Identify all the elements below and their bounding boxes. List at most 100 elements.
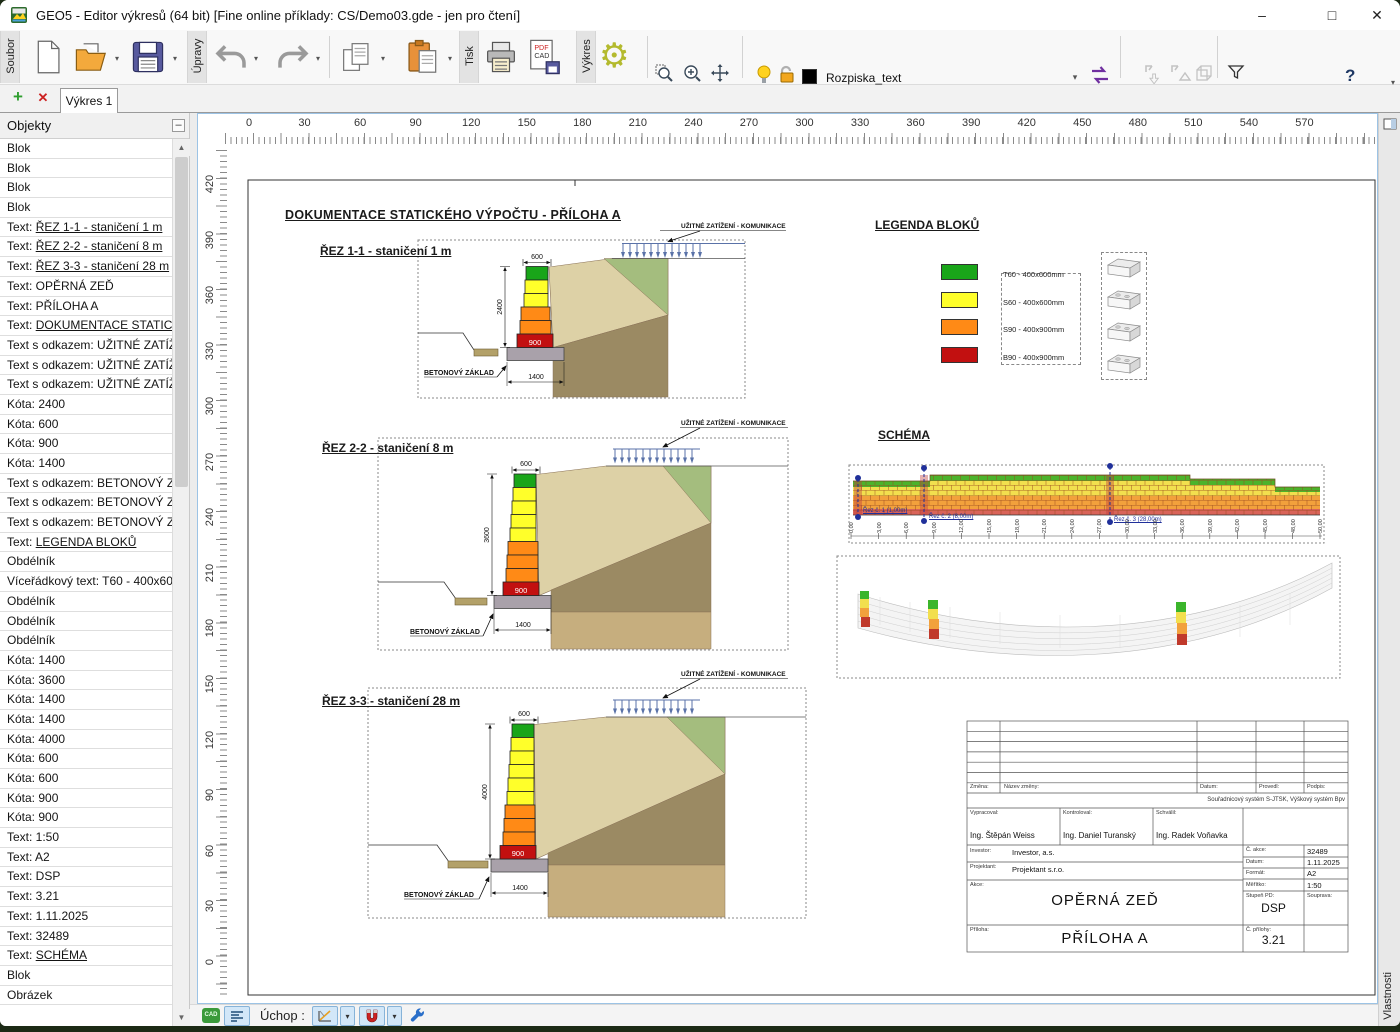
legend-entry[interactable]: T60 - 400x600mm	[941, 264, 1064, 282]
load-label[interactable]: UŽITNÉ ZATÍŽENÍ - KOMUNIKACE	[681, 418, 786, 427]
load-label[interactable]: UŽITNÉ ZATÍŽENÍ - KOMUNIKACE	[681, 669, 786, 678]
legend-entry[interactable]: S60 - 400x600mm	[941, 291, 1064, 310]
tb-projektant: Projektant s.r.o.	[1012, 865, 1065, 874]
station-label: 18,00	[1014, 519, 1021, 533]
dim-900[interactable]: 900	[515, 586, 528, 595]
tb-schvalil: Ing. Radek Voňavka	[1156, 831, 1228, 840]
tb-cakce: 32489	[1307, 847, 1328, 856]
tb-kontroloval: Ing. Daniel Turanský	[1063, 831, 1136, 840]
legend-label: S90 - 400x900mm	[1003, 325, 1065, 335]
schema-marker-1[interactable]	[854, 475, 862, 520]
snap-magnet-button[interactable]	[359, 1006, 385, 1026]
dim-900[interactable]: 900	[512, 849, 525, 858]
station-label: 3,00	[876, 522, 883, 533]
tb-schvalil-label: Schválil:	[1156, 810, 1177, 816]
station-label: 15,00	[987, 519, 993, 533]
tb-investor-label: Investor:	[970, 848, 992, 854]
section-1-title[interactable]: ŘEZ 1-1 - staničení 1 m	[320, 244, 451, 258]
tab-vykres-1[interactable]: Výkres 1	[60, 88, 118, 113]
object-list-toggle-button[interactable]	[224, 1006, 250, 1026]
dim-600[interactable]: 600	[520, 461, 532, 468]
3d-marker-2	[928, 600, 939, 639]
schema-marker-label-1[interactable]: Řez č. 1 (1,00m)	[863, 508, 907, 514]
properties-panel-icon[interactable]	[1383, 117, 1397, 135]
schema-title[interactable]: SCHÉMA	[878, 428, 930, 442]
tb-datum-h: Datum:	[1200, 784, 1218, 790]
dim-2400[interactable]: 2400	[497, 299, 504, 315]
3d-marker-3	[1176, 602, 1187, 645]
dim-600[interactable]: 600	[531, 254, 543, 261]
station-label: 48,00	[1290, 519, 1297, 533]
station-label: 30,00	[1125, 519, 1131, 533]
tb-investor: Investor, a.s.	[1012, 848, 1055, 857]
legend-swatch	[941, 319, 978, 336]
snap-axis-button[interactable]	[312, 1006, 338, 1026]
tb-format-label: Formát:	[1246, 870, 1265, 876]
dim-900[interactable]: 900	[529, 338, 542, 347]
tb-zmena: Změna:	[970, 784, 989, 790]
station-label: 0,00	[849, 522, 855, 533]
app-window: GEO5 - Editor výkresů (64 bit) [Fine onl…	[0, 0, 1400, 1026]
tb-akce: OPĚRNÁ ZEĎ	[1051, 892, 1159, 909]
station-label: 33,00	[1152, 519, 1159, 533]
tb-cakce-label: Č. akce:	[1246, 847, 1267, 853]
dim-1400[interactable]: 1400	[515, 622, 531, 629]
dim-3600[interactable]: 3600	[484, 527, 491, 543]
properties-panel-strip[interactable]: Vlastnosti	[1378, 113, 1400, 1026]
station-label: 6,00	[904, 522, 911, 533]
station-label: 39,00	[1207, 519, 1214, 533]
legend-entry[interactable]: S90 - 400x900mm	[941, 319, 1064, 337]
section-2-title[interactable]: ŘEZ 2-2 - staničení 8 m	[322, 441, 453, 455]
3d-marker-1	[860, 591, 870, 627]
station-label: 50,00	[1318, 519, 1325, 533]
tb-cprilohy: 3.21	[1261, 933, 1286, 947]
cad-badge-icon: CAD	[202, 1008, 220, 1023]
load-label[interactable]: UŽITNÉ ZATÍŽENÍ - KOMUNIKACE	[681, 221, 786, 230]
legend-3d-blocks	[1107, 258, 1141, 374]
station-label: 24,00	[1069, 519, 1076, 533]
tb-format: A2	[1307, 869, 1317, 878]
foundation-label[interactable]: BETONOVÝ ZÁKLAD	[410, 627, 480, 636]
station-label: 42,00	[1235, 519, 1242, 533]
tb-souprava-label: Souprava:	[1307, 893, 1333, 899]
foundation-label[interactable]: BETONOVÝ ZÁKLAD	[424, 368, 494, 377]
section-3-title[interactable]: ŘEZ 3-3 - staničení 28 m	[322, 694, 460, 708]
tb-priloha: PŘÍLOHA A	[1061, 930, 1149, 947]
drawing-main-title[interactable]: DOKUMENTACE STATICKÉHO VÝPOČTU - PŘÍLOHA…	[285, 208, 621, 222]
tb-projektant-label: Projektant:	[970, 864, 997, 870]
legend-swatch	[941, 291, 978, 308]
snap-axis-dropdown[interactable]: ▾	[340, 1006, 355, 1026]
tb-datum: 1.11.2025	[1307, 858, 1340, 867]
dim-1400[interactable]: 1400	[512, 885, 528, 892]
legend-title[interactable]: LEGENDA BLOKŮ	[875, 218, 979, 232]
status-bar: CAD Úchop : ▾ ▾	[190, 1004, 1378, 1026]
legend-label: B90 - 400x900mm	[1003, 353, 1065, 363]
tb-datum-label: Datum:	[1246, 859, 1264, 865]
tb-coord-note: Souřadnicový systém S-JTSK, Výškový syst…	[1207, 797, 1345, 803]
snap-magnet-dropdown[interactable]: ▾	[387, 1006, 402, 1026]
foundation-label[interactable]: BETONOVÝ ZÁKLAD	[404, 890, 474, 899]
tb-nazev: Název změny:	[1004, 784, 1039, 790]
properties-panel-label[interactable]: Vlastnosti	[1382, 972, 1394, 1020]
paper-sheet	[247, 179, 1376, 996]
tb-stupen-label: Stupeň PD:	[1246, 893, 1275, 899]
tb-meritko: 1:50	[1307, 881, 1322, 890]
snap-settings-wrench-icon[interactable]	[410, 1008, 426, 1026]
station-label: 12,00	[959, 519, 966, 533]
drawing-svg[interactable]: UŽITNÉ ZATÍŽENÍ - KOMUNIKACE 600 2400 90…	[0, 0, 1400, 1026]
dim-4000[interactable]: 4000	[482, 784, 489, 800]
schema-marker-label-2[interactable]: Řez č. 2 (8,00m)	[929, 514, 973, 520]
dim-600[interactable]: 600	[518, 711, 530, 718]
station-label: 45,00	[1263, 519, 1269, 533]
tb-vypracoval: Ing. Štěpán Weiss	[970, 831, 1035, 840]
dim-1400[interactable]: 1400	[528, 374, 544, 381]
legend-entry[interactable]: B90 - 400x900mm	[941, 347, 1064, 365]
tb-akce-label: Akce:	[970, 882, 984, 888]
station-label: 36,00	[1180, 519, 1187, 533]
tb-stupen: DSP	[1261, 901, 1286, 915]
legend-swatch	[941, 347, 978, 364]
tb-podpis: Podpis:	[1307, 784, 1326, 790]
legend-swatch	[941, 264, 978, 280]
legend-3d-blocks-box	[1101, 252, 1147, 380]
tb-vypracoval-label: Vypracoval:	[970, 810, 999, 816]
